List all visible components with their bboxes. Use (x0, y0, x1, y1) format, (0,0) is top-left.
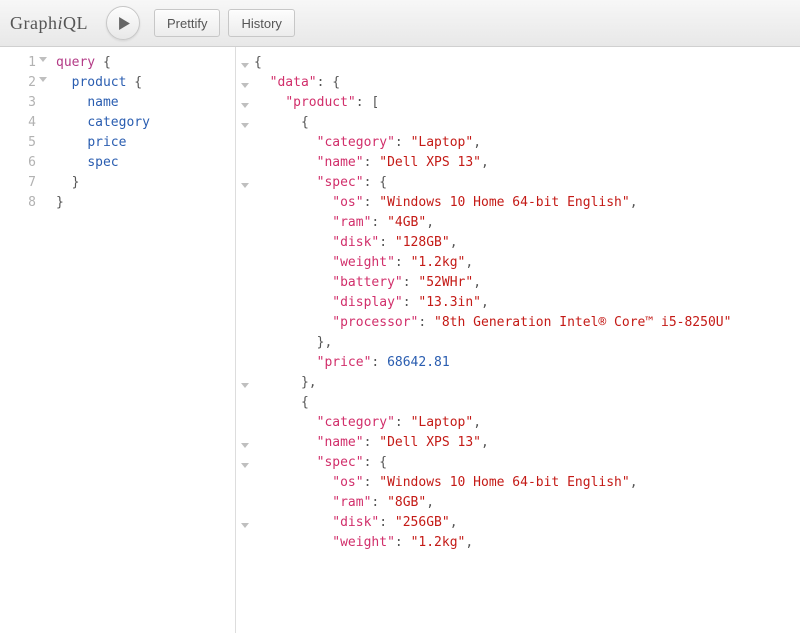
field-category: category (87, 115, 150, 130)
line-number: 2 (0, 73, 36, 93)
line-number: 1 (0, 53, 36, 73)
fold-icon[interactable] (241, 383, 249, 388)
result-viewer[interactable]: { "data": { "product": [ { "category": "… (236, 47, 800, 633)
field-product: product (72, 75, 127, 90)
toolbar: GraphiQL Prettify History (0, 0, 800, 47)
line-number: 7 (0, 173, 36, 193)
field-price: price (87, 135, 126, 150)
editor-gutter: 1 2 3 4 5 6 7 8 (0, 53, 40, 633)
history-button[interactable]: History (228, 9, 294, 37)
prettify-button[interactable]: Prettify (154, 9, 220, 37)
query-editor[interactable]: 1 2 3 4 5 6 7 8 query { product { name c… (0, 47, 236, 633)
fold-icon[interactable] (39, 77, 47, 82)
logo-text-2: QL (63, 13, 88, 33)
result-code: { "data": { "product": [ { "category": "… (254, 53, 731, 633)
editor-code[interactable]: query { product { name category price sp… (40, 53, 150, 633)
fold-icon[interactable] (241, 63, 249, 68)
result-gutter (236, 53, 254, 633)
logo-text-1: Graph (10, 13, 57, 33)
fold-icon[interactable] (39, 57, 47, 62)
line-number: 5 (0, 133, 36, 153)
line-number: 4 (0, 113, 36, 133)
line-number: 8 (0, 193, 36, 213)
fold-icon[interactable] (241, 183, 249, 188)
fold-icon[interactable] (241, 103, 249, 108)
play-icon (118, 17, 131, 30)
fold-icon[interactable] (241, 463, 249, 468)
line-number: 3 (0, 93, 36, 113)
fold-icon[interactable] (241, 523, 249, 528)
field-name: name (87, 95, 118, 110)
execute-button[interactable] (106, 6, 140, 40)
fold-icon[interactable] (241, 123, 249, 128)
line-number: 6 (0, 153, 36, 173)
fold-icon[interactable] (241, 443, 249, 448)
field-spec: spec (87, 155, 118, 170)
fold-icon[interactable] (241, 83, 249, 88)
keyword-query: query (56, 55, 95, 70)
main-split: 1 2 3 4 5 6 7 8 query { product { name c… (0, 47, 800, 633)
app-logo: GraphiQL (10, 13, 88, 34)
